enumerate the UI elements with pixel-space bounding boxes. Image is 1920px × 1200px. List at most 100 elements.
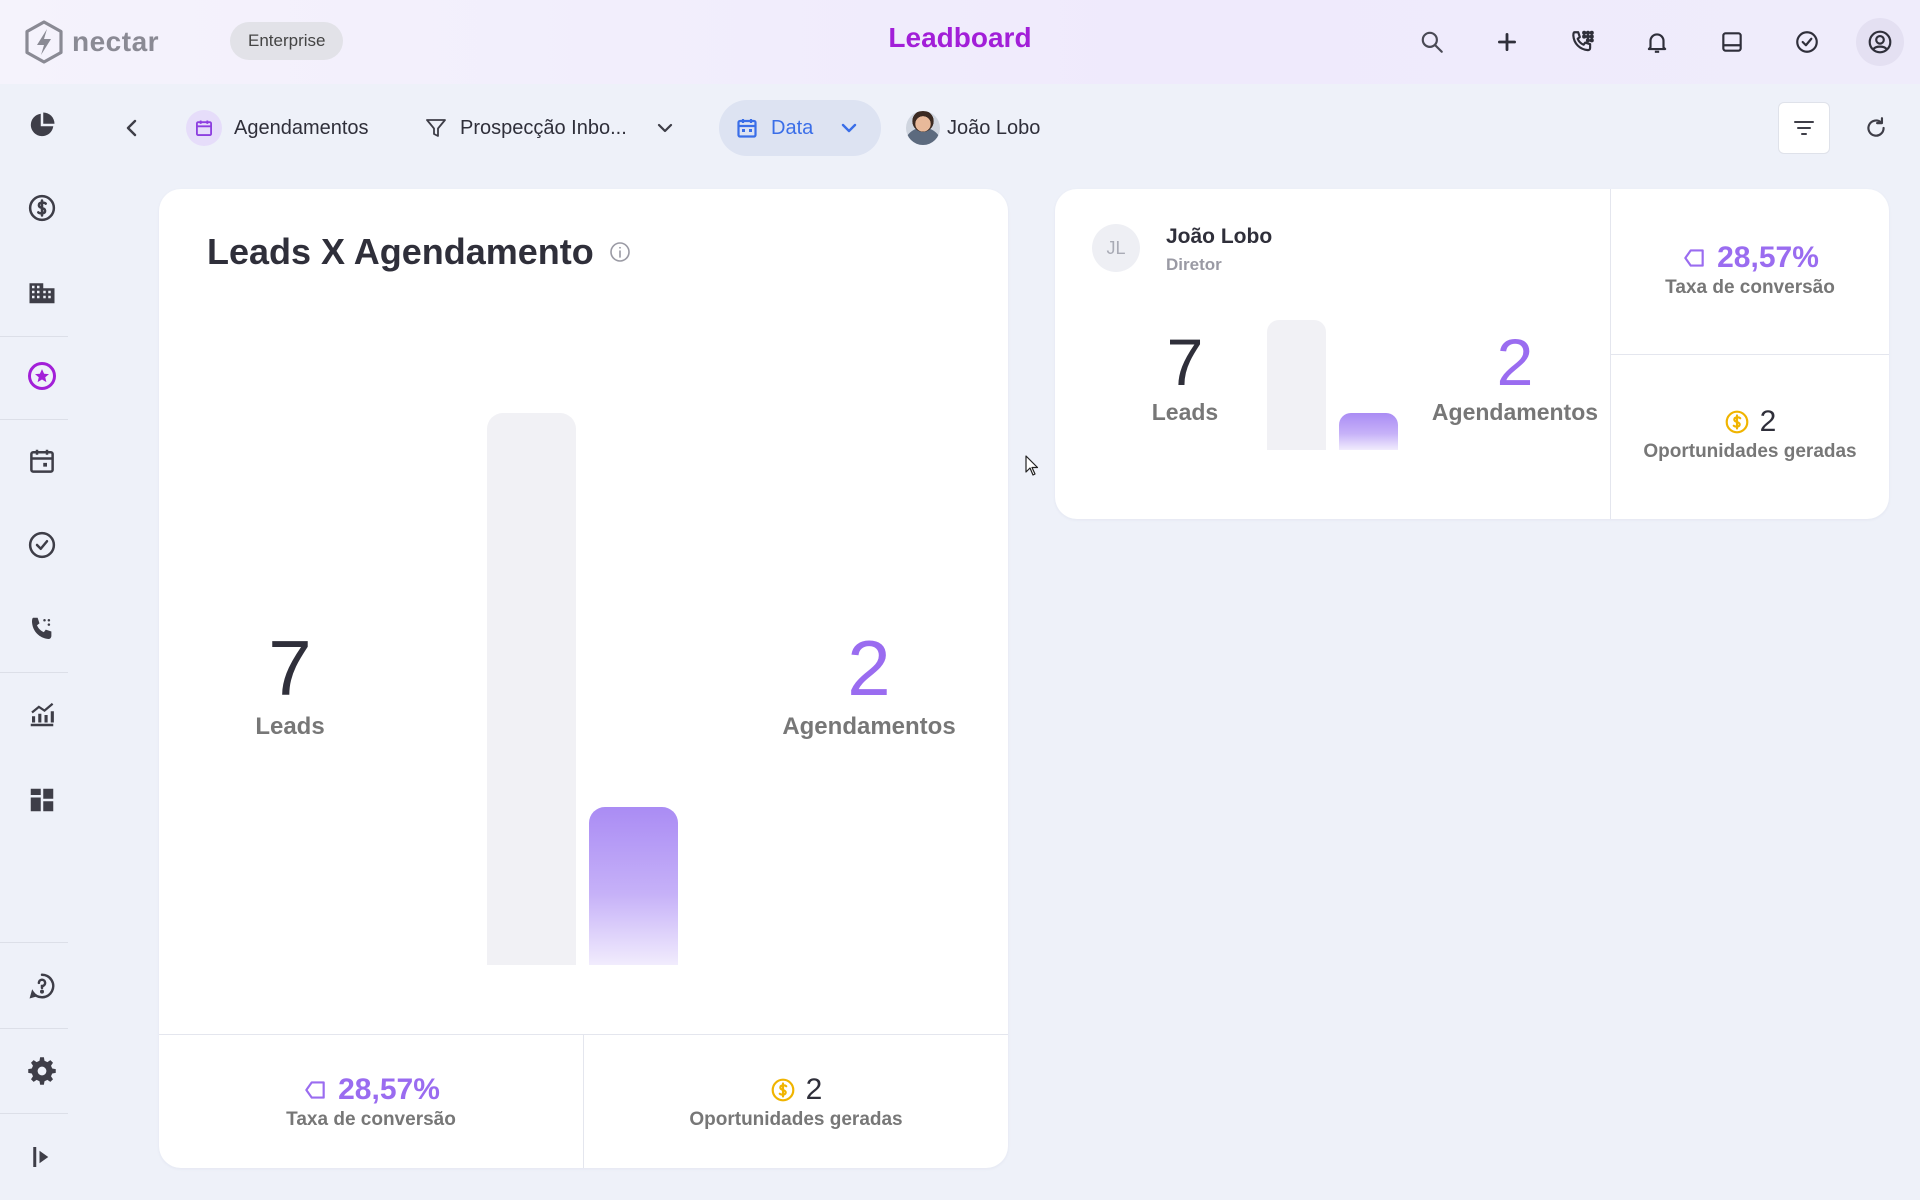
date-filter[interactable]: Data (719, 100, 882, 156)
logo[interactable]: nectar (24, 20, 159, 64)
card-title-text: Leads X Agendamento (207, 231, 594, 272)
user-circle-icon (1868, 30, 1892, 54)
phone-icon (32, 617, 52, 639)
filter-funnel-icon (426, 119, 446, 137)
tag-icon (305, 1081, 325, 1099)
refresh-icon (1867, 117, 1885, 137)
coin-icon (1725, 410, 1749, 434)
sort-filter-button[interactable] (1778, 102, 1830, 154)
user-conversion-value: 28,57% (1717, 241, 1819, 274)
tag-icon (1684, 249, 1704, 267)
check-circle-icon (1796, 31, 1818, 53)
search-icon (1421, 31, 1443, 53)
chevron-down-icon (842, 123, 857, 133)
conversion-label: Taxa de conversão (286, 1109, 456, 1130)
inbox-icon (1722, 32, 1742, 52)
logo-text: nectar (72, 26, 160, 57)
pipeline-filter[interactable]: Prospecção Inbo... (424, 100, 677, 156)
user-opportunities-stat: 2 Oportunidades geradas (1611, 405, 1889, 463)
sidebar (0, 84, 68, 1200)
sidebar-item-deals[interactable] (12, 178, 72, 238)
card-title: Leads X Agendamento (207, 231, 632, 273)
calendar-icon (737, 119, 757, 138)
notifications-button[interactable] (1631, 18, 1683, 66)
user-bar-leads (1267, 320, 1326, 450)
pie-chart-icon (30, 112, 55, 137)
info-icon[interactable] (608, 240, 632, 264)
conversion-value: 28,57% (338, 1073, 440, 1106)
inbox-button[interactable] (1706, 18, 1758, 66)
expand-sidebar-button[interactable] (12, 1127, 72, 1187)
user-name: João Lobo (1166, 225, 1273, 248)
sidebar-item-calls[interactable] (12, 599, 72, 659)
sidebar-item-leadboard[interactable] (12, 346, 72, 406)
user-appointments-value: 2 (1496, 325, 1534, 399)
user-appointments-total: 2 Agendamentos (1425, 329, 1605, 426)
filter-lines-icon (1794, 121, 1814, 135)
sidebar-item-dashboard[interactable] (12, 95, 72, 155)
user-filter[interactable]: João Lobo (906, 100, 1040, 156)
sidebar-item-settings[interactable] (12, 1041, 72, 1101)
user-conversion-stat: 28,57% Taxa de conversão (1611, 241, 1889, 299)
bell-icon (1647, 33, 1667, 53)
search-button[interactable] (1406, 18, 1458, 66)
calendar-icon (186, 110, 222, 146)
type-filter[interactable]: Agendamentos (186, 100, 369, 156)
user-role: Diretor (1166, 255, 1222, 274)
check-circle-icon (28, 531, 56, 559)
add-button[interactable] (1481, 18, 1533, 66)
sidebar-item-tasks[interactable] (12, 515, 72, 575)
dialpad-phone-icon (1572, 30, 1594, 52)
leads-total: 7 Leads (220, 629, 360, 741)
user-filter-label: João Lobo (947, 116, 1041, 139)
profile-button[interactable] (1856, 18, 1904, 66)
user-appointments-label: Agendamentos (1431, 399, 1599, 425)
main-bar-agendamentos (589, 807, 678, 965)
leads-vs-appointments-card: Leads X Agendamento 7 Leads 2 Agendament… (159, 189, 1008, 1168)
leads-value: 7 (268, 624, 312, 712)
building-icon (29, 283, 55, 304)
nectar-logo-icon (25, 20, 63, 64)
main-bar-leads (487, 413, 576, 965)
user-bar-agendamentos (1339, 413, 1398, 450)
calendar-icon (30, 449, 54, 473)
user-leads-label: Leads (1151, 399, 1219, 425)
chevron-down-icon (657, 123, 672, 133)
appointments-label: Agendamentos (782, 713, 956, 740)
sidebar-item-reports[interactable] (12, 685, 72, 745)
dashboard-icon (30, 788, 54, 812)
tasks-button[interactable] (1781, 18, 1833, 66)
dollar-icon (28, 194, 56, 222)
date-filter-label: Data (771, 116, 814, 139)
avatar (906, 111, 940, 145)
mouse-cursor-icon (1025, 455, 1039, 476)
appointments-value: 2 (847, 624, 891, 712)
leads-label: Leads (255, 713, 325, 740)
pipeline-filter-label: Prospecção Inbo... (460, 116, 627, 139)
expand-icon (33, 1147, 49, 1167)
plus-icon (1498, 33, 1516, 51)
user-leads-value: 7 (1166, 325, 1204, 399)
filter-bar: Agendamentos Prospecção Inbo... Data Joã… (110, 100, 1900, 156)
gear-icon (28, 1057, 56, 1085)
sidebar-item-help[interactable] (12, 956, 72, 1016)
user-opportunities-label: Oportunidades geradas (1643, 441, 1857, 462)
opportunities-stat: 2 Oportunidades geradas (584, 1073, 1008, 1131)
coin-icon (771, 1078, 795, 1102)
dialer-button[interactable] (1556, 18, 1608, 66)
opportunities-label: Oportunidades geradas (689, 1109, 903, 1130)
sidebar-item-companies[interactable] (12, 262, 72, 322)
user-summary-card: JL João Lobo Diretor 7 Leads 2 Agendamen… (1055, 189, 1889, 519)
appointments-total: 2 Agendamentos (759, 629, 979, 741)
help-icon (29, 973, 55, 999)
sidebar-item-widgets[interactable] (12, 770, 72, 830)
user-leads-total: 7 Leads (1115, 329, 1255, 426)
type-filter-label: Agendamentos (234, 116, 369, 139)
top-bar: nectar Enterprise Leadboard (0, 0, 1920, 84)
plan-badge: Enterprise (230, 22, 344, 60)
user-conversion-label: Taxa de conversão (1665, 277, 1835, 298)
sidebar-item-calendar[interactable] (12, 431, 72, 491)
refresh-button[interactable] (1850, 102, 1902, 154)
back-button[interactable] (120, 100, 144, 156)
card-footer: 28,57% Taxa de conversão 2 Oportunidades… (159, 1034, 1008, 1168)
